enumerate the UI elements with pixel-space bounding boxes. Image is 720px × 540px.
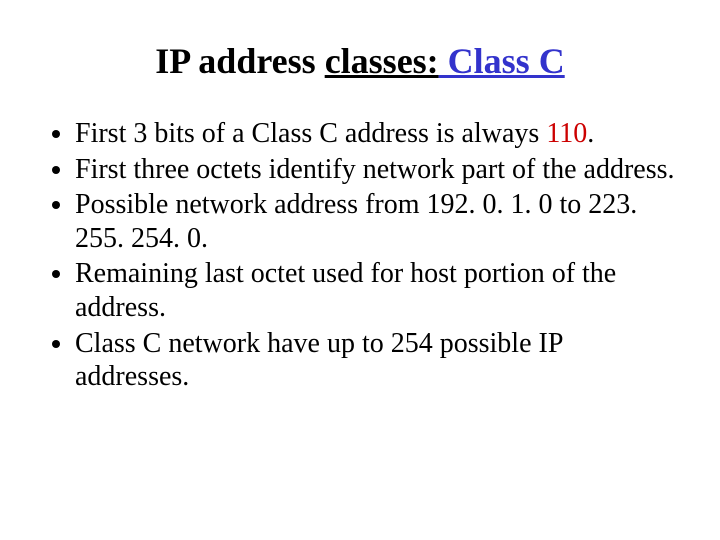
list-item: Possible network address from 192. 0. 1.… [75,188,680,255]
bullet-text: First 3 bits of a Class C address is alw… [75,118,546,149]
slide-title: IP address classes: Class C [40,40,680,82]
bullet-text: Class C network have up to 254 possible … [75,328,562,393]
list-item: Remaining last octet used for host porti… [75,257,680,324]
bullet-text: First three octets identify network part… [75,154,675,185]
bullet-text: Possible network address from 192. 0. 1.… [75,189,637,254]
bullet-list: First 3 bits of a Class C address is alw… [40,117,680,394]
list-item: Class C network have up to 254 possible … [75,327,680,394]
list-item: First 3 bits of a Class C address is alw… [75,117,680,151]
title-blue: Class C [439,41,565,81]
title-prefix: IP address [155,41,324,81]
title-underlined: classes: [325,41,439,81]
bullet-text: Remaining last octet used for host porti… [75,258,616,323]
bullet-text: . [587,118,594,149]
list-item: First three octets identify network part… [75,153,680,187]
bullet-red-text: 110 [546,118,587,149]
